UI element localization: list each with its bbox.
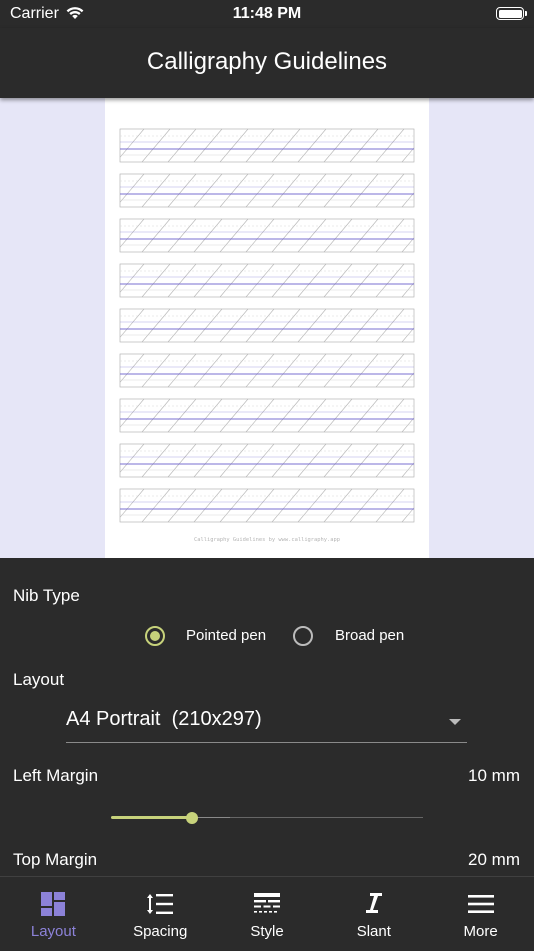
nav-label-style: Style (250, 923, 284, 940)
nav-label-more: More (463, 923, 498, 940)
guideline-row (119, 218, 415, 253)
app-bar: Calligraphy Guidelines (0, 28, 534, 98)
layout-icon (41, 892, 66, 916)
nav-label-slant: Slant (356, 923, 391, 940)
bottom-navigation: Layout Spacing Style Slant More (0, 876, 534, 951)
top-margin-label: Top Margin (13, 850, 98, 869)
status-time: 11:48 PM (232, 5, 302, 22)
slant-icon (365, 893, 382, 913)
layout-dropdown[interactable]: A4 Portrait (210x297) (66, 706, 467, 743)
pointed-pen-radio[interactable] (145, 626, 165, 646)
slider-thumb[interactable] (186, 812, 199, 824)
guideline-row (119, 263, 415, 298)
page-title: Calligraphy Guidelines (146, 48, 388, 75)
guideline-row (119, 173, 415, 208)
nav-tab-layout[interactable]: Layout (0, 877, 107, 951)
paper-sheet: Calligraphy Guidelines by www.calligraph… (105, 98, 429, 558)
settings-panel: Nib Type Pointed pen Broad pen Layout A4… (0, 558, 534, 876)
guideline-preview: Calligraphy Guidelines by www.calligraph… (0, 98, 534, 558)
nib-type-label: Nib Type (13, 586, 80, 605)
top-margin-value: 20 mm (468, 850, 520, 869)
pointed-pen-label: Pointed pen (186, 627, 267, 644)
layout-dropdown-value: A4 Portrait (210x297) (66, 708, 262, 730)
left-margin-slider[interactable] (111, 808, 423, 828)
battery-icon (496, 7, 527, 20)
nav-tab-spacing[interactable]: Spacing (107, 877, 214, 951)
broad-pen-label: Broad pen (335, 627, 405, 644)
spacing-icon (147, 894, 174, 914)
pointed-pen-option[interactable]: Pointed pen (143, 624, 283, 652)
guideline-row (119, 308, 415, 343)
status-bar: Carrier 11:48 PM (0, 0, 534, 28)
broad-pen-radio[interactable] (293, 626, 313, 646)
guideline-row (119, 353, 415, 388)
style-icon (253, 893, 280, 913)
nav-label-spacing: Spacing (133, 923, 188, 940)
guideline-row (119, 398, 415, 433)
menu-icon (467, 895, 494, 913)
nav-label-layout: Layout (30, 923, 76, 940)
slider-active-track (111, 816, 193, 819)
layout-label: Layout (13, 670, 65, 689)
left-margin-label: Left Margin (13, 766, 99, 785)
guideline-row (119, 488, 415, 523)
nav-tab-more[interactable]: More (427, 877, 534, 951)
guideline-sheet-graphic (119, 128, 415, 523)
guideline-row (119, 443, 415, 478)
nav-tab-slant[interactable]: Slant (320, 877, 427, 951)
sheet-footer-text: Calligraphy Guidelines by www.calligraph… (193, 537, 341, 543)
nav-tab-style[interactable]: Style (214, 877, 321, 951)
guideline-row (119, 128, 415, 163)
dropdown-arrow-icon (449, 719, 461, 725)
broad-pen-option[interactable]: Broad pen (291, 624, 421, 652)
left-margin-value: 10 mm (468, 766, 520, 785)
